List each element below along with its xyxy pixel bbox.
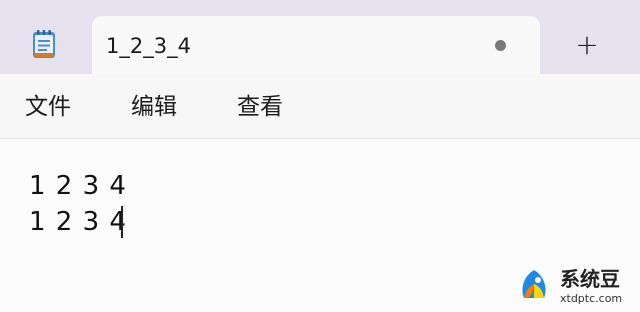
new-tab-button[interactable]: + — [574, 30, 600, 60]
unsaved-indicator-icon[interactable] — [495, 40, 506, 51]
text-caret — [121, 206, 123, 238]
watermark-name: 系统豆 — [560, 267, 620, 291]
watermark: 系统豆 xtdptc.com — [510, 266, 640, 312]
menu-file[interactable]: 文件 — [25, 92, 71, 122]
watermark-logo-icon — [514, 266, 554, 306]
menu-bar — [0, 74, 640, 139]
editor-line-1: 1 2 3 4 — [29, 171, 127, 201]
menu-edit[interactable]: 编辑 — [131, 92, 177, 122]
tab-title: 1_2_3_4 — [106, 34, 191, 58]
notepad-icon — [31, 29, 57, 59]
watermark-domain: xtdptc.com — [560, 292, 623, 305]
editor-line-2: 1 2 3 4 — [29, 207, 127, 237]
menu-view[interactable]: 查看 — [237, 92, 283, 122]
